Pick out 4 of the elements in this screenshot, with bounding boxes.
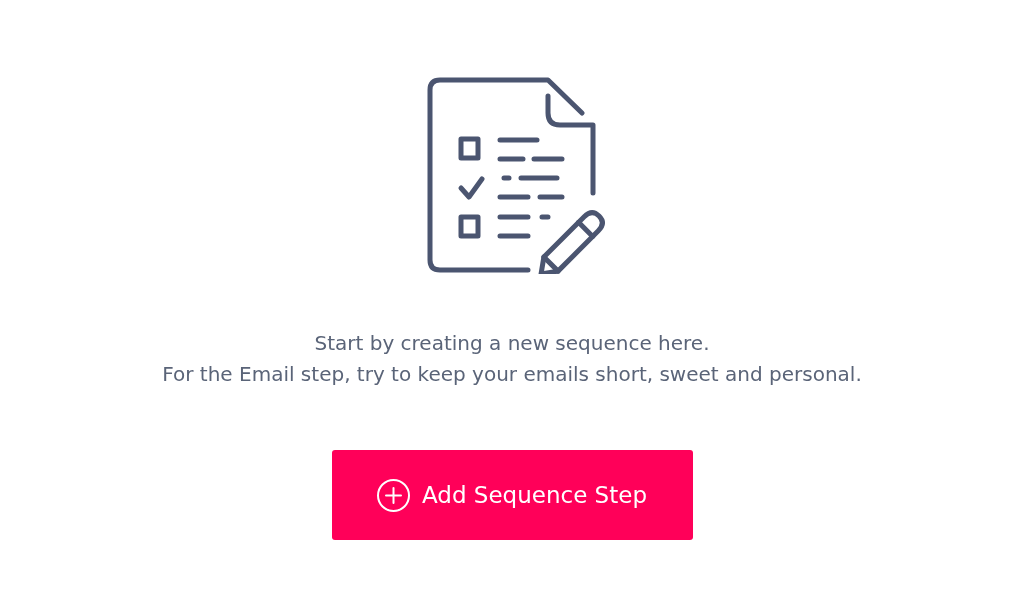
add-sequence-step-button[interactable]: Add Sequence Step <box>331 450 693 540</box>
instruction-text: For the Email step, try to keep your emails short, sweet and personal. <box>162 361 862 388</box>
instruction-text: Start by creating a new sequence here. <box>314 330 710 357</box>
plus-circle-icon <box>377 478 410 512</box>
